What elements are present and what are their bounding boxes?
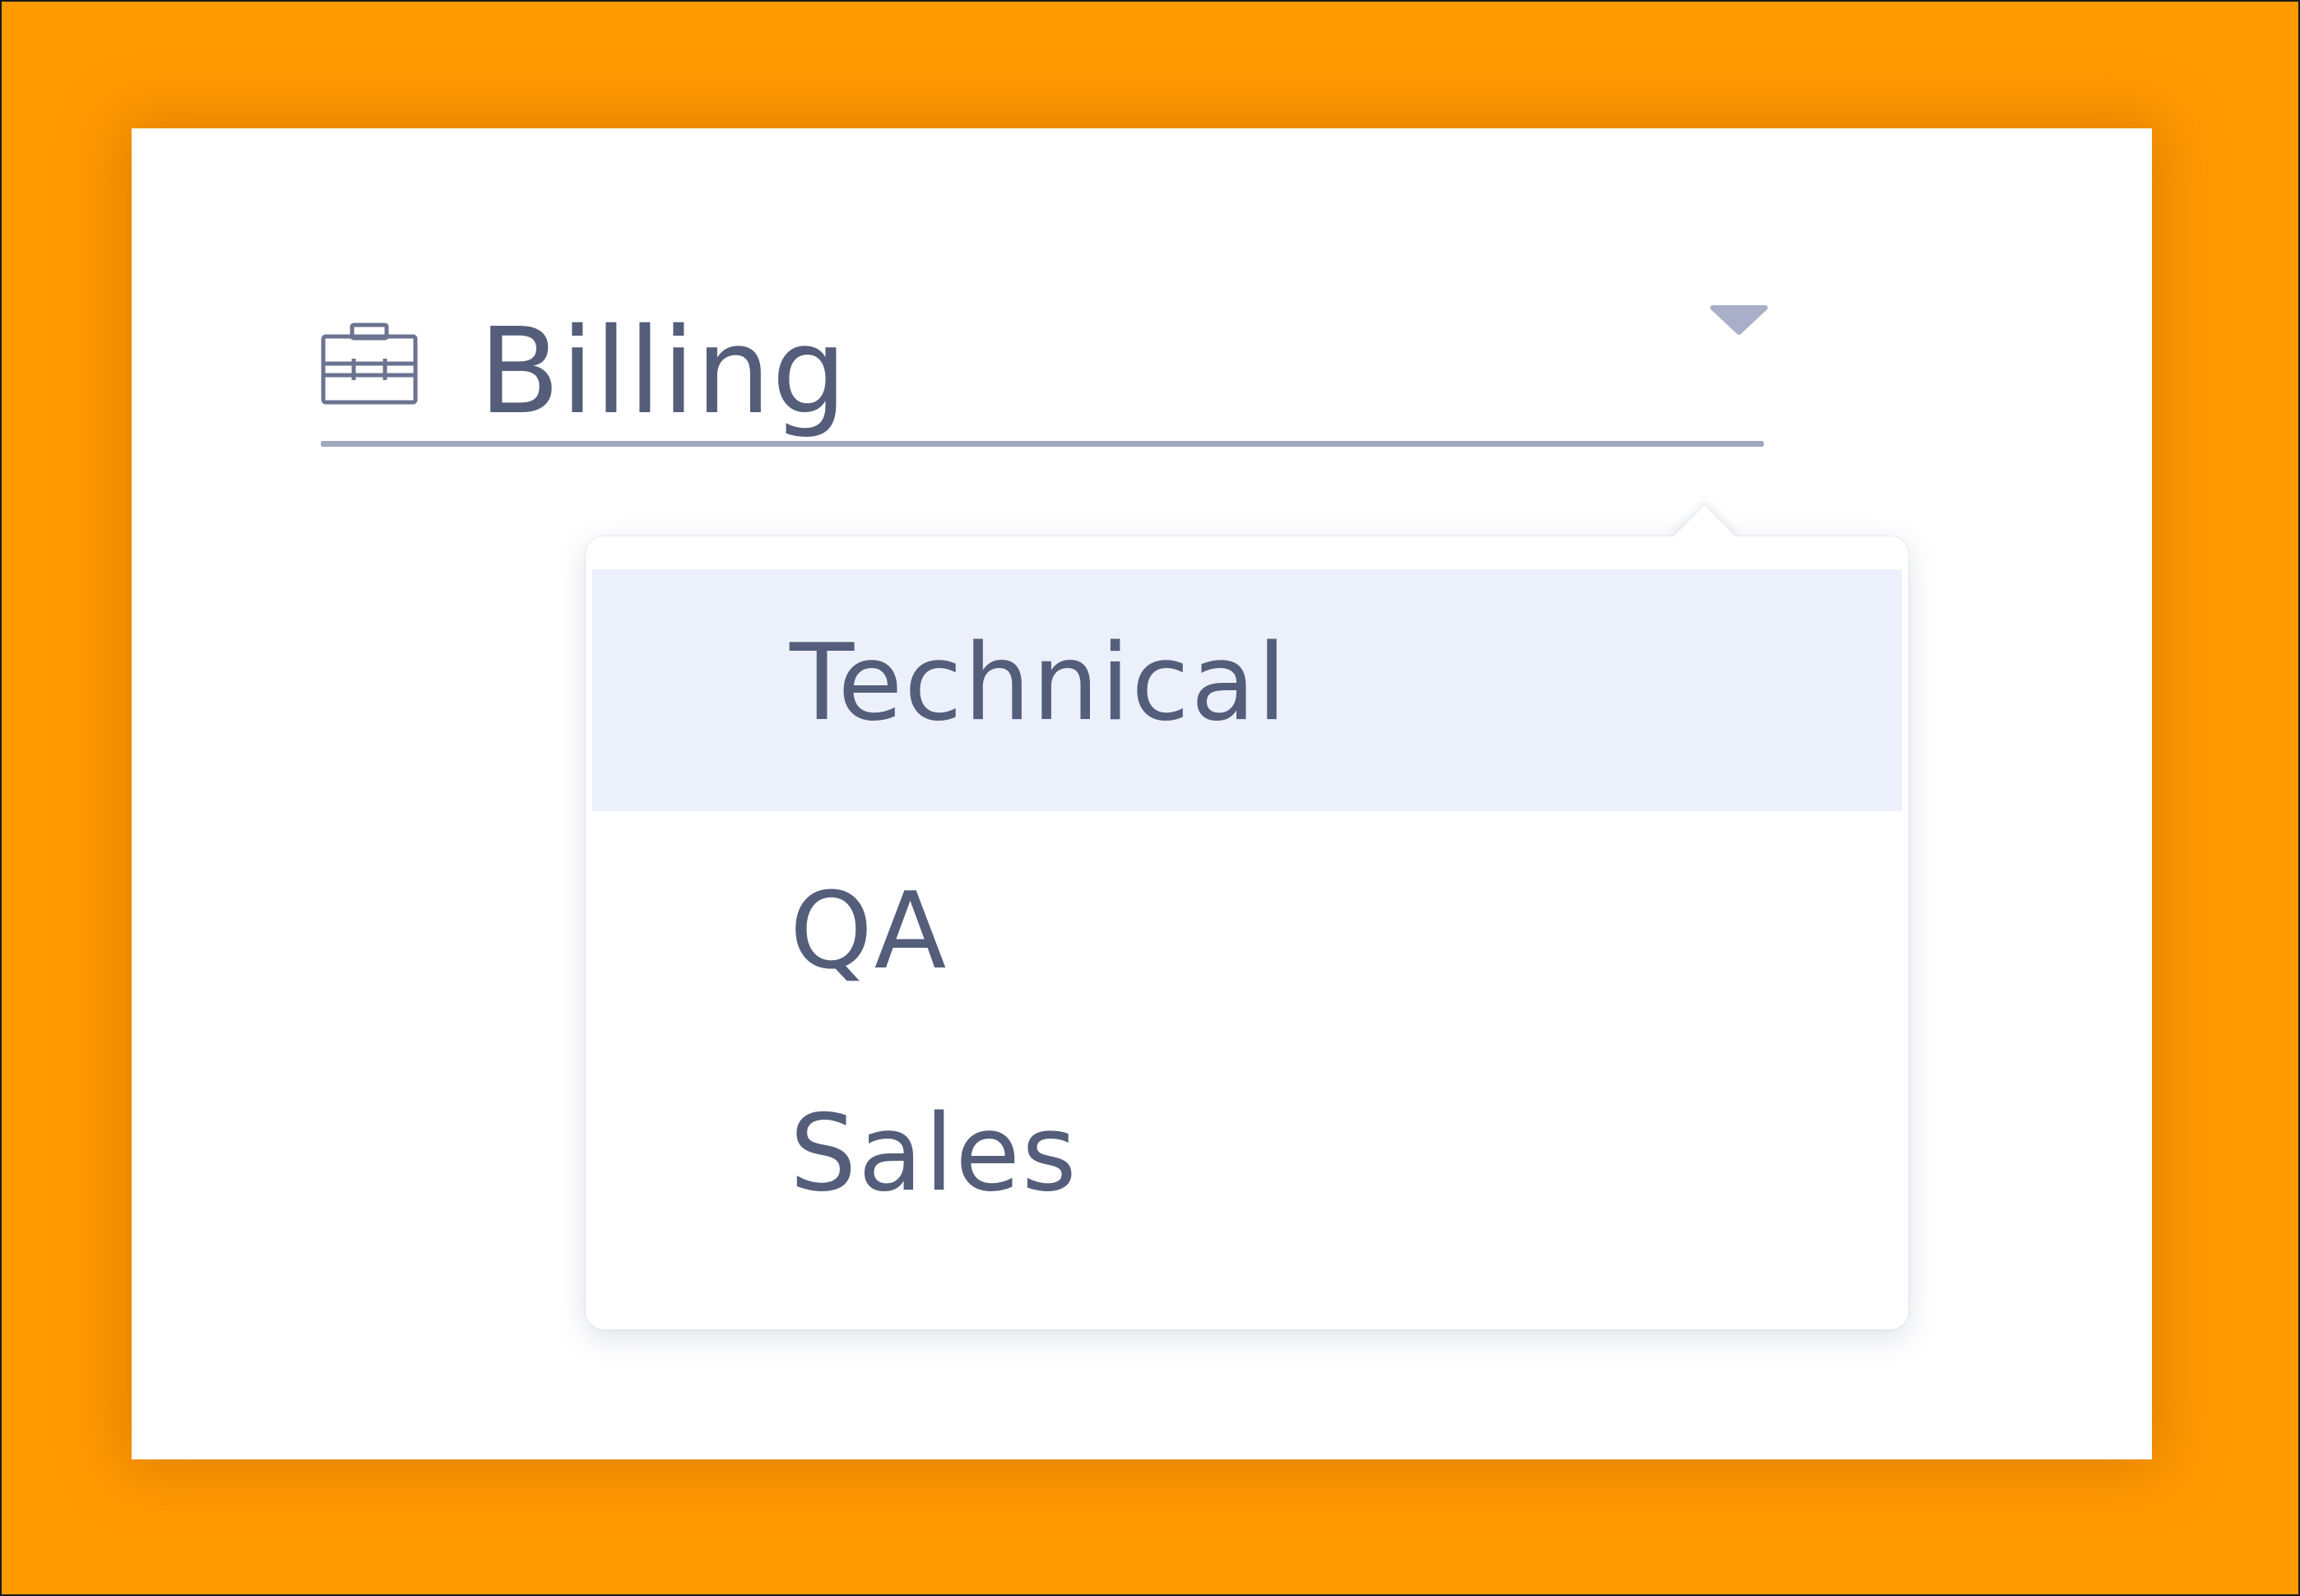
option-label: QA <box>790 870 948 993</box>
selected-value: Billing <box>479 302 848 440</box>
select-underline <box>321 441 1764 447</box>
option-qa[interactable]: QA <box>592 811 1902 1053</box>
option-technical[interactable]: Technical <box>592 569 1902 811</box>
background-frame: Billing Technical QA Sales <box>0 0 2300 1596</box>
option-sales[interactable]: Sales <box>592 1033 1902 1275</box>
caret-down-icon[interactable] <box>1709 304 1769 339</box>
option-label: Sales <box>790 1093 1078 1215</box>
form-card: Billing Technical QA Sales <box>132 128 2152 1459</box>
option-label: Technical <box>790 622 1288 745</box>
dropdown-pointer <box>1663 485 1746 538</box>
dropdown-menu: Technical QA Sales <box>586 536 1908 1329</box>
category-select[interactable]: Billing <box>321 276 1764 440</box>
briefcase-icon <box>321 322 418 405</box>
